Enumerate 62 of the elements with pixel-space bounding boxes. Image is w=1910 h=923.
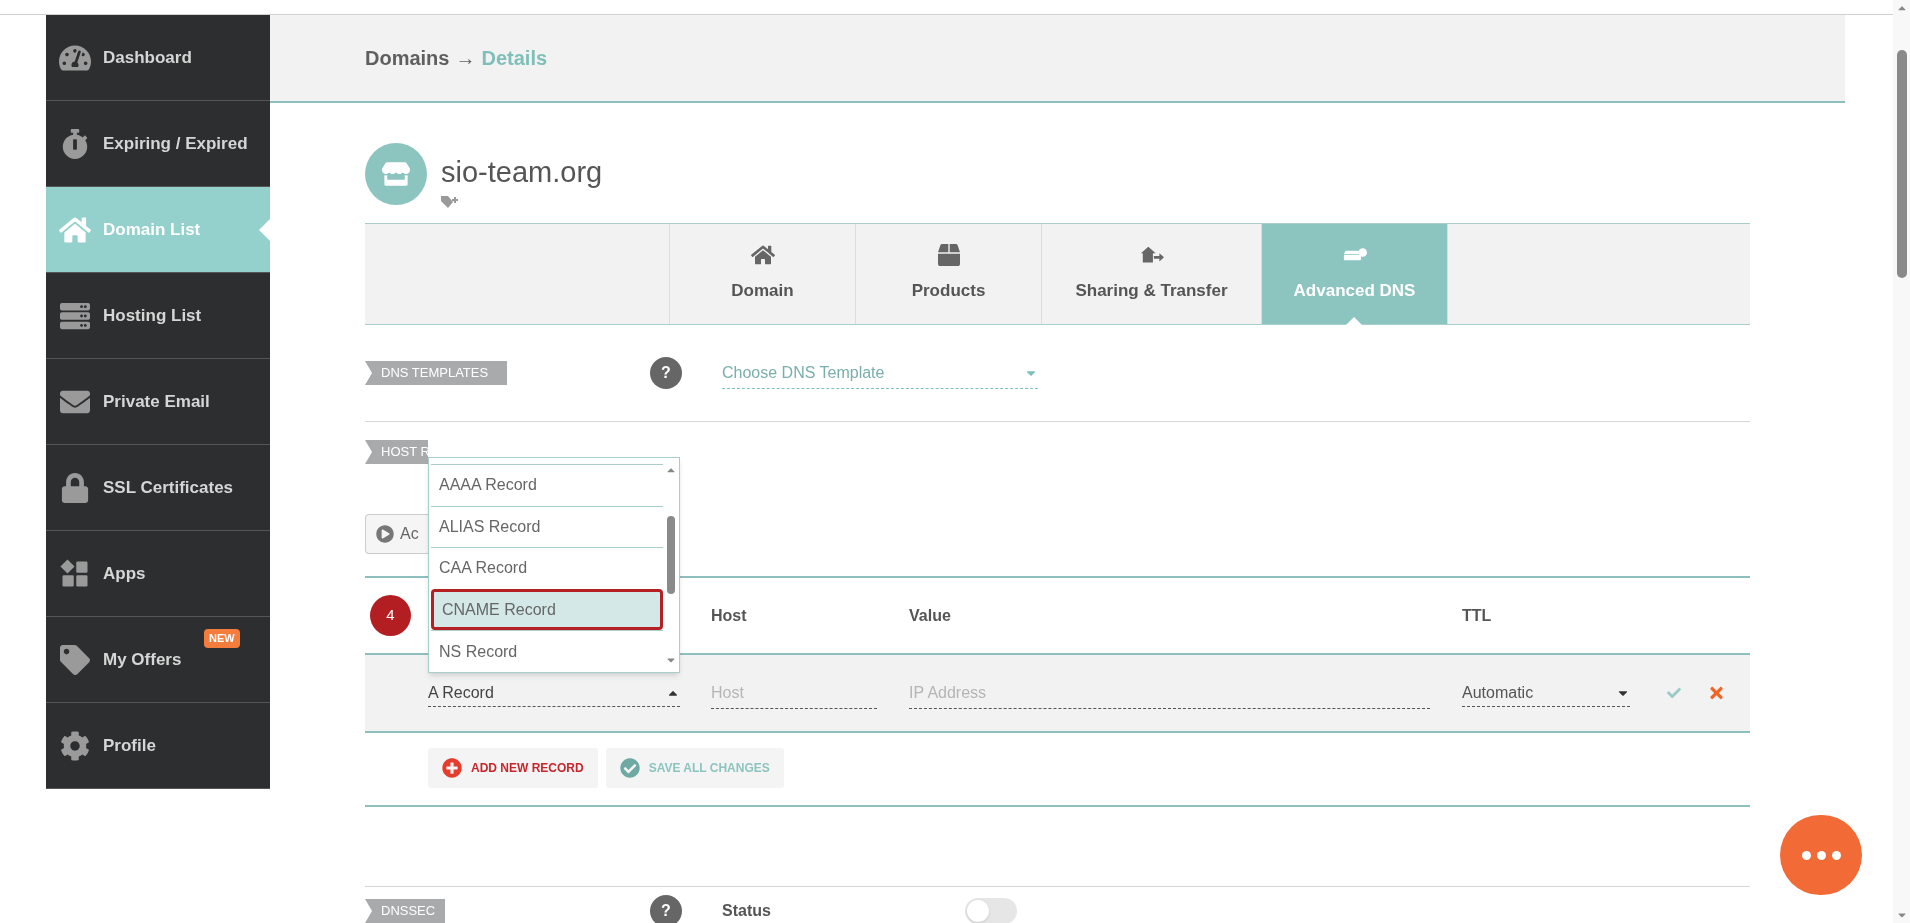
sidebar-label: Domain List [103, 218, 201, 241]
sidebar-item[interactable]: Private Email [46, 359, 270, 445]
tab[interactable]: Products [855, 224, 1041, 324]
breadcrumb-arrow: → [455, 46, 476, 71]
apps-icon [59, 558, 91, 589]
dropdown-option[interactable]: AAAA Record [431, 464, 663, 506]
host-input[interactable]: Host [711, 677, 877, 709]
play-icon [376, 525, 394, 543]
step-marker: 4 [370, 595, 411, 636]
sidebar-label: Hosting List [103, 304, 202, 327]
breadcrumb-current: Details [481, 46, 548, 71]
sidebar-item[interactable]: SSL Certificates [46, 445, 270, 531]
section-label: DNSSEC [365, 899, 445, 923]
server-icon [59, 300, 91, 331]
sidebar-label: Expiring / Expired [103, 132, 248, 155]
domain-title: sio-team.org [441, 155, 603, 190]
sidebar-label: Profile [103, 734, 156, 757]
value-input[interactable]: IP Address [909, 677, 1430, 709]
sidebar-item[interactable]: Dashboard [46, 15, 270, 101]
breadcrumb-parent[interactable]: Domains [365, 43, 450, 73]
box-icon [936, 244, 961, 267]
ttl-select[interactable]: Automatic [1462, 679, 1630, 707]
help-icon[interactable]: ? [650, 357, 682, 389]
tab[interactable]: Domain [669, 224, 855, 324]
column-header: Host [711, 605, 748, 626]
sidebar-label: Dashboard [103, 46, 192, 69]
gear-icon [59, 730, 91, 761]
tag-icon [59, 644, 91, 675]
sidebar-item[interactable]: Hosting List [46, 273, 270, 359]
tab-pointer-icon [1346, 317, 1362, 325]
sidebar-label: SSL Certificates [103, 476, 234, 499]
new-badge: NEW [204, 629, 240, 648]
column-header: TTL [1462, 605, 1492, 626]
actions-button[interactable]: Ac [365, 514, 428, 554]
sidebar-item[interactable]: Profile [46, 703, 270, 789]
record-type-select[interactable]: A Record [428, 679, 680, 707]
house-icon [750, 244, 775, 267]
close-icon[interactable] [1708, 684, 1725, 702]
tag-plus-icon[interactable] [441, 195, 459, 209]
dropdown-option[interactable]: NS Record [431, 630, 663, 672]
add-record-button[interactable]: ADD NEW RECORD [428, 748, 598, 788]
dropdown-option[interactable]: CAA Record [431, 547, 663, 589]
sidebar-label: Apps [103, 562, 146, 585]
selection-notch-icon [259, 219, 270, 241]
sidebar-item[interactable]: Apps [46, 531, 270, 617]
lock-icon [59, 472, 91, 503]
sidebar-item[interactable]: Expiring / Expired [46, 101, 270, 187]
dnssec-toggle[interactable] [965, 898, 1017, 923]
section-label: DNS TEMPLATES [365, 361, 507, 385]
confirm-check-icon[interactable] [1666, 686, 1682, 700]
dropdown-option[interactable]: ALIAS Record [431, 505, 663, 548]
scroll-thumb[interactable] [1896, 50, 1907, 278]
sidebar-label: Private Email [103, 390, 210, 413]
sidebar-label: My Offers [103, 648, 182, 671]
page-scrollbar[interactable] [1893, 0, 1910, 923]
sidebar-item[interactable]: My Offers NEW [46, 617, 270, 703]
dropdown-option[interactable]: CNAME Record [431, 588, 663, 631]
status-label: Status [722, 901, 772, 921]
record-type-dropdown[interactable]: AAAA Record ALIAS Record CAA Record CNAME Record NS Record [428, 457, 680, 673]
scroll-thumb[interactable] [667, 516, 675, 594]
column-header: Value [909, 605, 952, 626]
help-icon[interactable]: ? [650, 895, 682, 923]
